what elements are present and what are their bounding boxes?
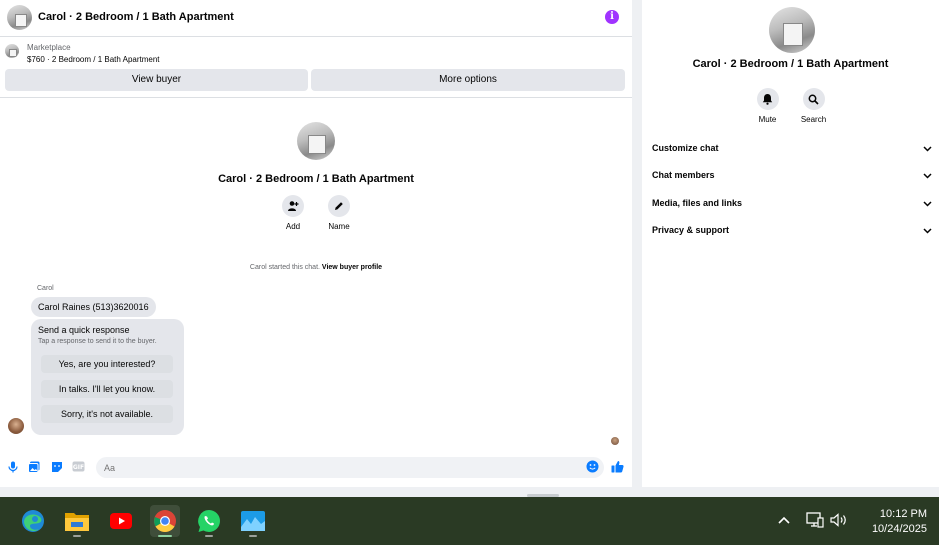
chevron-down-icon: [923, 173, 932, 179]
chevron-up-icon[interactable]: [774, 510, 794, 530]
youtube-app[interactable]: [106, 505, 136, 537]
chat-started-notice: Carol started this chat. View buyer prof…: [0, 264, 632, 271]
sender-avatar: [8, 418, 24, 434]
section-label: Chat members: [652, 170, 715, 180]
profile-actions: Add Name: [0, 195, 632, 231]
info-avatar: [769, 7, 815, 53]
chevron-down-icon: [923, 201, 932, 207]
info-actions: Mute Search: [642, 88, 939, 124]
whatsapp-app[interactable]: [194, 505, 224, 537]
profile-card: Carol · 2 Bedroom / 1 Bath Apartment Add…: [0, 122, 632, 231]
active-indicator: [158, 535, 172, 537]
edge-icon: [22, 510, 44, 532]
listing-source: Marketplace: [27, 43, 71, 52]
section-chat-members[interactable]: Chat members: [652, 170, 934, 186]
add-person-icon: [282, 195, 304, 217]
listing-price: $760 · 2 Bedroom / 1 Bath Apartment: [27, 55, 160, 64]
view-buyer-button[interactable]: View buyer: [5, 69, 308, 91]
pencil-icon: [328, 195, 350, 217]
section-media-files-links[interactable]: Media, files and links: [652, 198, 934, 214]
bell-icon: [756, 88, 779, 110]
quick-reply-button[interactable]: Sorry, it's not available.: [41, 405, 173, 423]
chat-pane: Carol · 2 Bedroom / 1 Bath Apartment i M…: [0, 0, 632, 487]
name-button[interactable]: Name: [327, 195, 351, 231]
sender-name: Carol: [37, 285, 54, 292]
taskbar: 10:12 PM 10/24/2025: [0, 497, 939, 545]
file-explorer-app[interactable]: [62, 505, 92, 537]
mute-label: Mute: [758, 115, 777, 124]
section-customize-chat[interactable]: Customize chat: [652, 143, 934, 159]
chrome-app[interactable]: [150, 505, 180, 537]
quick-reply-button[interactable]: In talks. I'll let you know.: [41, 380, 173, 398]
photo-icon[interactable]: [27, 460, 40, 473]
seen-indicator: [611, 437, 619, 445]
photos-app[interactable]: [238, 505, 268, 537]
search-icon: [802, 88, 825, 110]
profile-avatar: [297, 122, 335, 160]
message-input[interactable]: [104, 457, 574, 478]
view-buyer-profile-link[interactable]: View buyer profile: [322, 264, 382, 271]
more-options-button[interactable]: More options: [311, 69, 625, 91]
listing-thumbnail: [5, 44, 19, 58]
profile-photo: [297, 122, 335, 160]
clock-time: 10:12 PM: [879, 508, 927, 520]
volume-icon[interactable]: [829, 510, 849, 530]
quick-response-card: Send a quick response Tap a response to …: [31, 319, 184, 435]
listing-banner: Marketplace $760 · 2 Bedroom / 1 Bath Ap…: [0, 38, 632, 98]
name-label: Name: [328, 222, 350, 231]
quick-response-subtitle: Tap a response to send it to the buyer.: [38, 338, 157, 345]
clock-date: 10/24/2025: [871, 523, 927, 535]
section-privacy-support[interactable]: Privacy & support: [652, 225, 934, 241]
running-indicator: [205, 535, 213, 537]
search-label: Search: [800, 115, 827, 124]
profile-name: Carol · 2 Bedroom / 1 Bath Apartment: [218, 173, 414, 185]
section-label: Customize chat: [652, 143, 719, 153]
running-indicator: [73, 535, 81, 537]
youtube-icon: [110, 513, 132, 529]
running-indicator: [249, 535, 257, 537]
message-input-box: [96, 457, 604, 478]
mute-button[interactable]: Mute: [756, 88, 780, 124]
chevron-down-icon: [923, 146, 932, 152]
chat-header: Carol · 2 Bedroom / 1 Bath Apartment i: [0, 0, 632, 37]
add-button[interactable]: Add: [281, 195, 305, 231]
edge-app[interactable]: [18, 505, 48, 537]
file-explorer-icon: [65, 513, 89, 531]
message-bubble: Carol Raines (513)3620016: [31, 297, 156, 317]
section-label: Media, files and links: [652, 198, 743, 208]
search-button[interactable]: Search: [801, 88, 826, 124]
whatsapp-icon: [198, 510, 220, 532]
thumbs-up-icon[interactable]: [611, 460, 624, 473]
quick-reply-button[interactable]: Yes, are you interested?: [41, 355, 173, 373]
sticker-icon[interactable]: [50, 460, 63, 473]
clock[interactable]: 10:12 PM 10/24/2025: [872, 507, 927, 537]
conversation-title[interactable]: Carol · 2 Bedroom / 1 Bath Apartment: [38, 11, 234, 23]
gif-icon[interactable]: GIF: [72, 460, 85, 473]
message-composer: GIF: [0, 455, 632, 480]
emoji-icon[interactable]: [586, 460, 599, 473]
info-icon[interactable]: i: [605, 10, 619, 24]
microphone-icon[interactable]: [6, 460, 19, 473]
network-icon[interactable]: [805, 510, 825, 530]
svg-text:GIF: GIF: [73, 464, 84, 471]
info-name: Carol · 2 Bedroom / 1 Bath Apartment: [692, 58, 889, 70]
chevron-down-icon: [923, 228, 932, 234]
add-label: Add: [285, 222, 301, 231]
quick-response-title: Send a quick response: [38, 325, 130, 335]
started-text: Carol started this chat.: [249, 264, 320, 271]
chat-info-panel: Carol · 2 Bedroom / 1 Bath Apartment Mut…: [642, 0, 939, 487]
section-label: Privacy & support: [652, 225, 730, 235]
conversation-avatar[interactable]: [7, 5, 32, 30]
photos-icon: [241, 511, 265, 531]
chrome-icon: [154, 510, 176, 532]
